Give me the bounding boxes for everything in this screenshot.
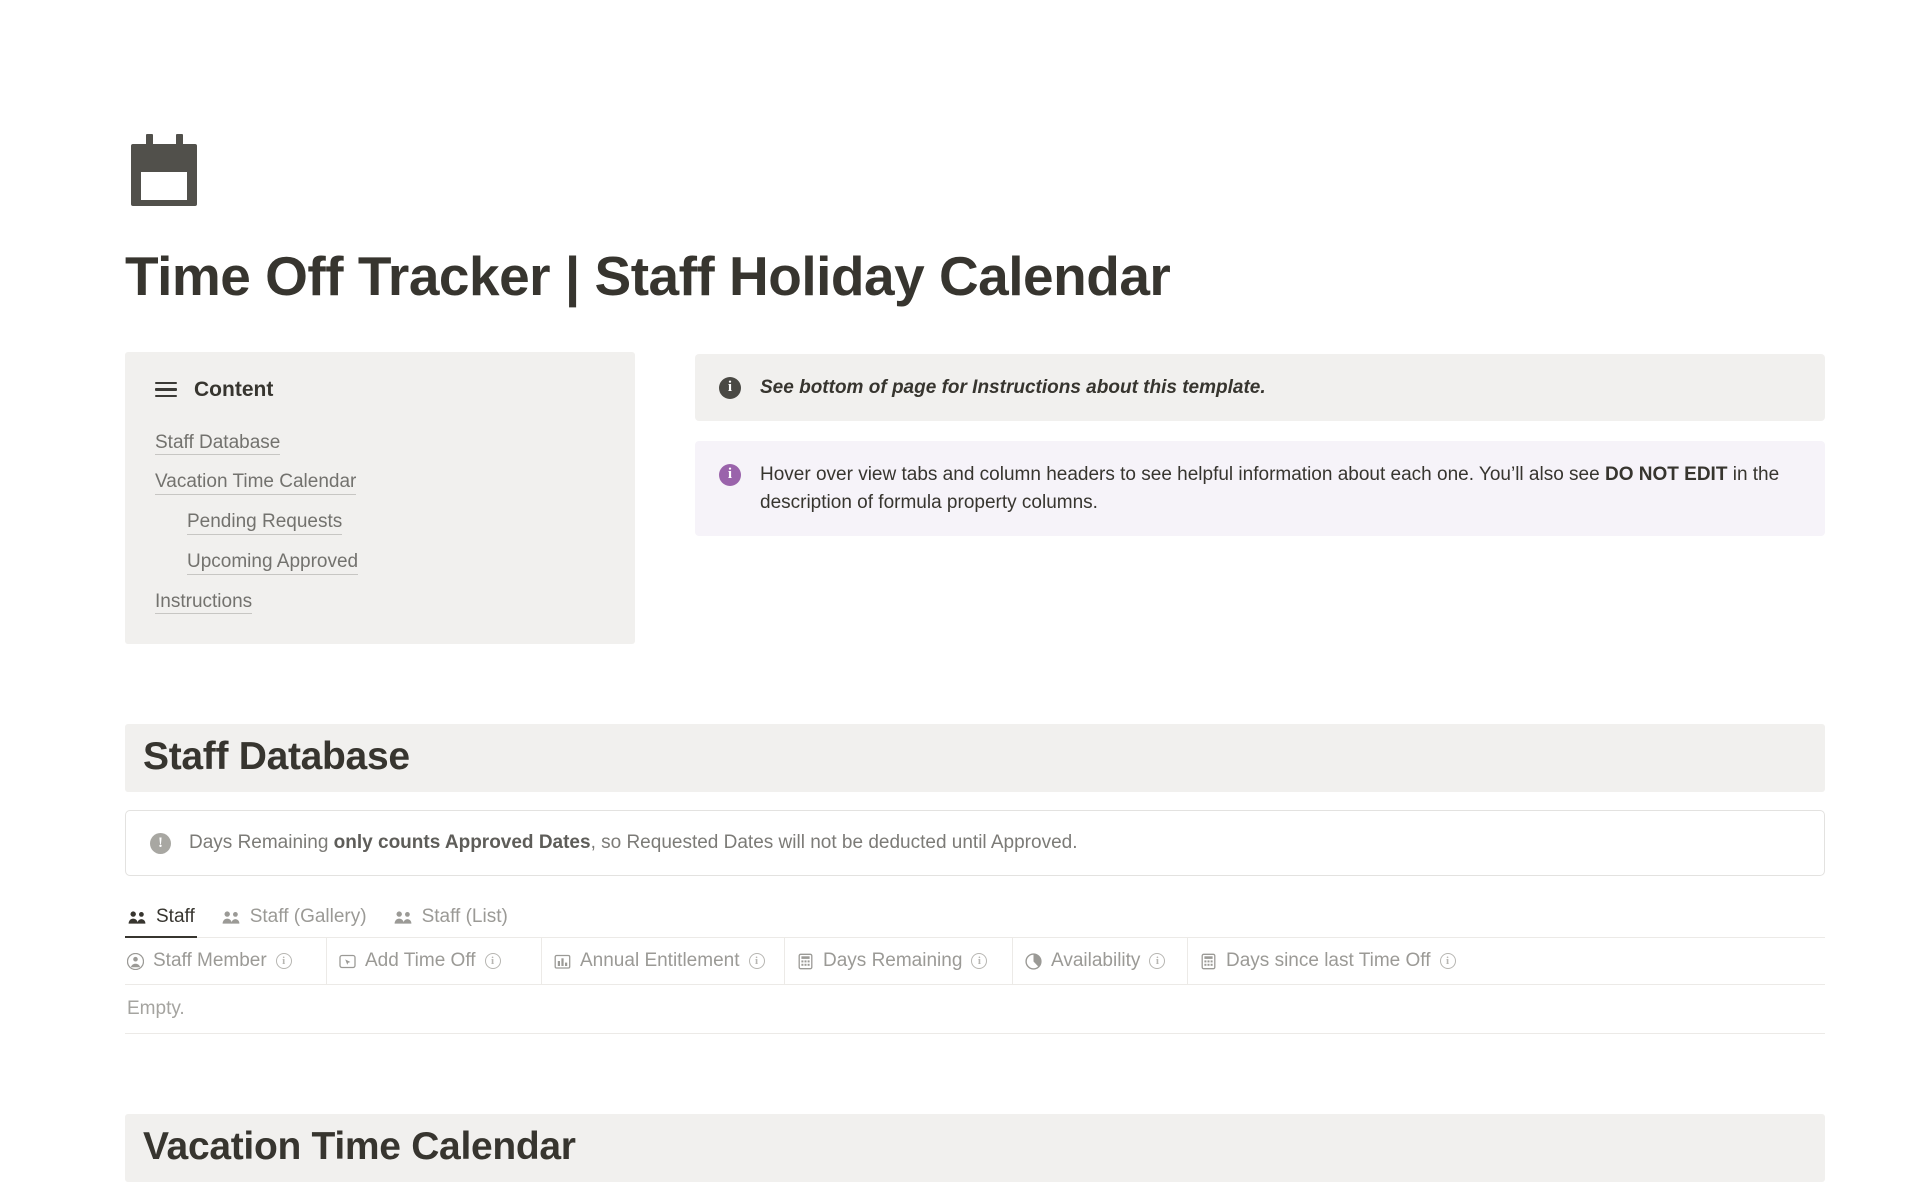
warning-text-part: , so Requested Dates will not be deducte…	[590, 832, 1078, 854]
page-content: Time Off Tracker | Staff Holiday Calenda…	[125, 0, 1825, 1199]
toc-link[interactable]: Upcoming Approved	[187, 550, 359, 575]
info-icon[interactable]: i	[748, 953, 765, 970]
intro-columns: Content Staff Database Vacation Time Cal…	[125, 351, 1825, 645]
info-icon[interactable]: i	[971, 953, 988, 970]
toc-header: Content	[155, 378, 605, 402]
section-heading-staff-database: Staff Database	[125, 724, 1825, 793]
person-icon	[127, 952, 144, 970]
toc-link[interactable]: Staff Database	[155, 431, 281, 456]
calculator-icon	[797, 953, 814, 970]
alert-icon: !	[150, 832, 171, 854]
column-header-annual-entitlement[interactable]: Annual Entitlement i	[542, 938, 785, 985]
info-icon: i	[719, 376, 741, 399]
callout-text-part: Hover over view tabs and column headers …	[760, 464, 1605, 486]
column-header-label: Add Time Off	[365, 950, 476, 972]
pie-chart-icon	[1025, 953, 1042, 970]
hover-hint-callout: i Hover over view tabs and column header…	[695, 441, 1825, 537]
toc-item-instructions: Instructions	[155, 575, 605, 615]
table-empty-row: Empty.	[125, 985, 1825, 1035]
info-icon[interactable]: i	[275, 953, 292, 970]
column-header-staff-member[interactable]: Staff Member i	[125, 938, 327, 985]
view-tab-staff-gallery[interactable]: Staff (Gallery)	[219, 902, 380, 937]
warning-text-bold: only counts Approved Dates	[333, 832, 591, 854]
column-header-label: Staff Member	[153, 950, 267, 972]
view-tab-staff[interactable]: Staff	[125, 902, 208, 939]
button-icon	[339, 953, 356, 970]
staff-database-warning: ! Days Remaining only counts Approved Da…	[125, 810, 1825, 877]
table-column-headers: Staff Member i Add Time Off i Annual Ent…	[125, 938, 1825, 986]
info-icon[interactable]: i	[1439, 953, 1456, 970]
hamburger-icon	[155, 378, 177, 402]
toc-item-staff-database: Staff Database	[155, 416, 605, 456]
toc-link[interactable]: Instructions	[155, 590, 253, 615]
toc-link[interactable]: Vacation Time Calendar	[155, 470, 357, 495]
table-of-contents: Content Staff Database Vacation Time Cal…	[125, 351, 635, 645]
section-title: Vacation Time Calendar	[143, 1125, 576, 1169]
callout-stack: i See bottom of page for Instructions ab…	[695, 352, 1825, 537]
view-tab-label: Staff (Gallery)	[249, 906, 367, 928]
column-header-label: Days Remaining	[823, 950, 963, 972]
people-icon	[394, 910, 413, 925]
callout-text: See bottom of page for Instructions abou…	[760, 376, 1266, 398]
notion-page: Time Off Tracker | Staff Holiday Calenda…	[0, 0, 1920, 1199]
bar-chart-icon	[554, 953, 571, 970]
toc-item-upcoming-approved: Upcoming Approved	[155, 535, 605, 575]
toc-link[interactable]: Pending Requests	[187, 510, 343, 535]
instructions-callout: i See bottom of page for Instructions ab…	[695, 353, 1825, 422]
staff-database-view: Staff Staff (Gallery) Staff (List) Staff…	[125, 902, 1825, 1035]
column-header-add-time-off[interactable]: Add Time Off i	[327, 938, 542, 985]
page-title: Time Off Tracker | Staff Holiday Calenda…	[125, 245, 1171, 307]
view-tab-label: Staff	[156, 906, 195, 928]
info-icon: i	[719, 464, 741, 487]
toc-title: Content	[194, 377, 274, 401]
calculator-icon	[1200, 953, 1217, 970]
people-icon	[222, 910, 241, 925]
people-icon	[128, 910, 147, 925]
column-header-availability[interactable]: Availability i	[1013, 938, 1188, 985]
view-tabs: Staff Staff (Gallery) Staff (List)	[125, 902, 1825, 939]
toc-item-vacation-time-calendar: Vacation Time Calendar	[155, 455, 605, 495]
view-tab-label: Staff (List)	[421, 906, 508, 928]
column-header-label: Annual Entitlement	[580, 950, 740, 972]
callout-text: Hover over view tabs and column headers …	[760, 461, 1801, 516]
column-header-days-remaining[interactable]: Days Remaining i	[785, 938, 1013, 985]
warning-text-part: Days Remaining	[189, 832, 334, 854]
column-header-label: Availability	[1051, 950, 1141, 972]
column-header-label: Days since last Time Off	[1226, 950, 1431, 972]
view-tab-staff-list[interactable]: Staff (List)	[391, 902, 521, 937]
section-heading-vacation-time-calendar: Vacation Time Calendar	[125, 1114, 1825, 1183]
toc-item-pending-requests: Pending Requests	[155, 495, 605, 535]
column-header-days-since-last-time-off[interactable]: Days since last Time Off i	[1188, 938, 1470, 984]
calendar-icon[interactable]	[125, 130, 203, 208]
warning-text: Days Remaining only counts Approved Date…	[189, 832, 1077, 854]
info-icon[interactable]: i	[1149, 953, 1166, 970]
section-title: Staff Database	[143, 735, 410, 779]
info-icon[interactable]: i	[484, 953, 501, 970]
callout-text-bold: DO NOT EDIT	[1604, 464, 1728, 486]
